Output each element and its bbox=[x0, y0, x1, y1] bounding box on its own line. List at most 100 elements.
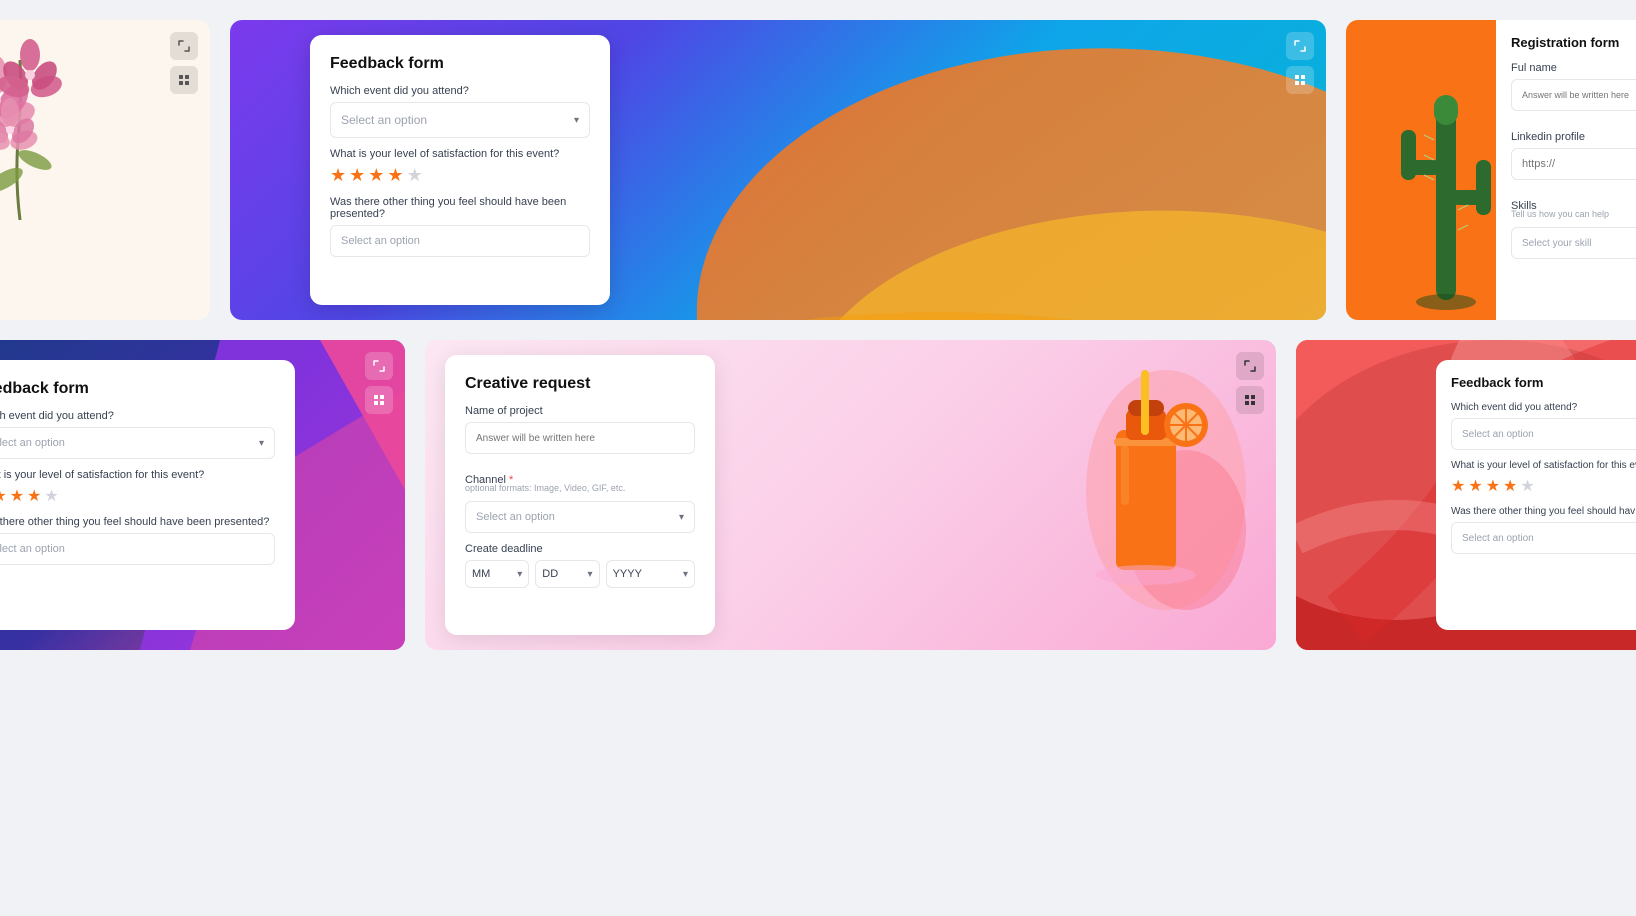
card-registration: Registration form Ful name Linkedin prof… bbox=[1346, 20, 1636, 320]
star-4[interactable]: ★ bbox=[387, 165, 403, 186]
q1-chevron: ▾ bbox=[574, 115, 579, 126]
star-3[interactable]: ★ bbox=[368, 165, 384, 186]
bl-q2-label: What is your level of satisfaction for t… bbox=[0, 469, 275, 481]
month-chevron: ▾ bbox=[517, 569, 522, 580]
bl-q3-section: Was there other thing you feel should ha… bbox=[0, 516, 275, 565]
project-name-label: Name of project bbox=[465, 405, 695, 417]
card-orchid bbox=[0, 20, 210, 320]
q3-placeholder: Select an option bbox=[341, 235, 420, 247]
card-feedback-main: Feedback form Which event did you attend… bbox=[230, 20, 1326, 320]
bl-q3-label: Was there other thing you feel should ha… bbox=[0, 516, 275, 528]
top-row: Feedback form Which event did you attend… bbox=[20, 20, 1616, 320]
bl-star-4[interactable]: ★ bbox=[27, 486, 41, 506]
br-star-3[interactable]: ★ bbox=[1486, 476, 1500, 496]
orchid-image bbox=[0, 20, 100, 240]
feedback-br-title: Feedback form bbox=[1451, 375, 1636, 390]
stars-rating[interactable]: ★ ★ ★ ★ ★ bbox=[330, 165, 590, 186]
star-2[interactable]: ★ bbox=[349, 165, 365, 186]
month-select[interactable]: MM ▾ bbox=[465, 560, 529, 588]
creative-title: Creative request bbox=[465, 375, 695, 393]
bl-q3-placeholder: Select an option bbox=[0, 543, 65, 555]
reg-form-title: Registration form bbox=[1511, 35, 1636, 50]
bl-q1-placeholder: Select an option bbox=[0, 437, 65, 449]
card1-icons bbox=[170, 32, 198, 94]
deadline-label: Create deadline bbox=[465, 543, 695, 555]
bl-star-5[interactable]: ★ bbox=[44, 486, 58, 506]
bl-star-2[interactable]: ★ bbox=[0, 486, 7, 506]
q3-section: Was there other thing you feel should ha… bbox=[330, 196, 590, 257]
grid-icon-4[interactable] bbox=[365, 386, 393, 414]
card-creative: Creative request Name of project Channel… bbox=[425, 340, 1276, 650]
feedback-form-title: Feedback form bbox=[330, 55, 590, 73]
br-star-5[interactable]: ★ bbox=[1520, 476, 1534, 496]
grid-icon-2[interactable] bbox=[1286, 66, 1314, 94]
q1-select[interactable]: Select an option ▾ bbox=[330, 102, 590, 138]
day-placeholder: DD bbox=[542, 568, 558, 580]
project-name-input[interactable] bbox=[465, 422, 695, 454]
bottom-row: Feedback form Which event did you attend… bbox=[20, 340, 1616, 650]
expand-icon-4[interactable] bbox=[365, 352, 393, 380]
feedback-bl-panel: Feedback form Which event did you attend… bbox=[0, 360, 295, 630]
channel-placeholder: Select an option bbox=[476, 511, 555, 523]
br-stars[interactable]: ★ ★ ★ ★ ★ bbox=[1451, 476, 1636, 496]
star-1[interactable]: ★ bbox=[330, 165, 346, 186]
name-input[interactable] bbox=[1511, 79, 1636, 111]
bl-q1-label: Which event did you attend? bbox=[0, 410, 275, 422]
project-name-section: Name of project bbox=[465, 405, 695, 464]
linkedin-input[interactable] bbox=[1511, 148, 1636, 180]
bl-q1-select[interactable]: Select an option ▾ bbox=[0, 427, 275, 459]
bl-q1-section: Which event did you attend? Select an op… bbox=[0, 410, 275, 459]
channel-select[interactable]: Select an option ▾ bbox=[465, 501, 695, 533]
linkedin-label: Linkedin profile bbox=[1511, 131, 1636, 143]
channel-chevron: ▾ bbox=[679, 512, 684, 523]
name-label: Ful name bbox=[1511, 62, 1636, 74]
q1-placeholder: Select an option bbox=[341, 113, 427, 127]
q3-select[interactable]: Select an option bbox=[330, 225, 590, 257]
br-star-4[interactable]: ★ bbox=[1503, 476, 1517, 496]
card2-icons bbox=[1286, 32, 1314, 94]
grid-icon-5[interactable] bbox=[1236, 386, 1264, 414]
expand-icon-2[interactable] bbox=[1286, 32, 1314, 60]
deadline-section: Create deadline MM ▾ DD ▾ YYYY ▾ bbox=[465, 543, 695, 588]
feedback-form-panel: Feedback form Which event did you attend… bbox=[310, 35, 610, 305]
q1-label: Which event did you attend? bbox=[330, 85, 590, 97]
bl-stars[interactable]: ★ ★ ★ ★ ★ bbox=[0, 486, 275, 506]
year-chevron: ▾ bbox=[683, 569, 688, 580]
month-placeholder: MM bbox=[472, 568, 490, 580]
q3-label: Was there other thing you feel should ha… bbox=[330, 196, 590, 220]
bl-star-3[interactable]: ★ bbox=[10, 486, 24, 506]
year-placeholder: YYYY bbox=[613, 568, 642, 580]
br-q3-label: Was there other thing you feel should ha… bbox=[1451, 506, 1636, 517]
card4-icons bbox=[365, 352, 393, 414]
br-star-1[interactable]: ★ bbox=[1451, 476, 1465, 496]
br-q3-select[interactable]: Select an option bbox=[1451, 522, 1636, 554]
main-wrapper: Feedback form Which event did you attend… bbox=[0, 0, 1636, 916]
bl-q2-section: What is your level of satisfaction for t… bbox=[0, 469, 275, 506]
skills-section: Skills Tell us how you can help Select y… bbox=[1511, 200, 1636, 259]
year-select[interactable]: YYYY ▾ bbox=[606, 560, 695, 588]
grid-icon[interactable] bbox=[170, 66, 198, 94]
channel-hint: optional formats: Image, Video, GIF, etc… bbox=[465, 483, 695, 493]
expand-icon[interactable] bbox=[170, 32, 198, 60]
name-section: Ful name bbox=[1511, 62, 1636, 121]
expand-icon-5[interactable] bbox=[1236, 352, 1264, 380]
br-q2-section: What is your level of satisfaction for t… bbox=[1451, 460, 1636, 496]
card-feedback-br: Feedback form Which event did you attend… bbox=[1296, 340, 1636, 650]
card5-icons bbox=[1236, 352, 1264, 414]
day-select[interactable]: DD ▾ bbox=[535, 560, 599, 588]
br-q1-placeholder: Select an option bbox=[1462, 429, 1534, 440]
skills-select[interactable]: Select your skill ▾ bbox=[1511, 227, 1636, 259]
q2-label: What is your level of satisfaction for t… bbox=[330, 148, 590, 160]
day-chevron: ▾ bbox=[588, 569, 593, 580]
br-q2-label: What is your level of satisfaction for t… bbox=[1451, 460, 1636, 471]
bl-q3-select[interactable]: Select an option bbox=[0, 533, 275, 565]
star-5[interactable]: ★ bbox=[407, 165, 423, 186]
linkedin-section: Linkedin profile bbox=[1511, 131, 1636, 190]
br-q3-section: Was there other thing you feel should ha… bbox=[1451, 506, 1636, 554]
q1-section: Which event did you attend? Select an op… bbox=[330, 85, 590, 138]
registration-panel: Registration form Ful name Linkedin prof… bbox=[1496, 20, 1636, 320]
channel-section: Channel optional formats: Image, Video, … bbox=[465, 474, 695, 533]
skills-hint: Tell us how you can help bbox=[1511, 209, 1636, 219]
br-q1-select[interactable]: Select an option bbox=[1451, 418, 1636, 450]
br-star-2[interactable]: ★ bbox=[1468, 476, 1482, 496]
